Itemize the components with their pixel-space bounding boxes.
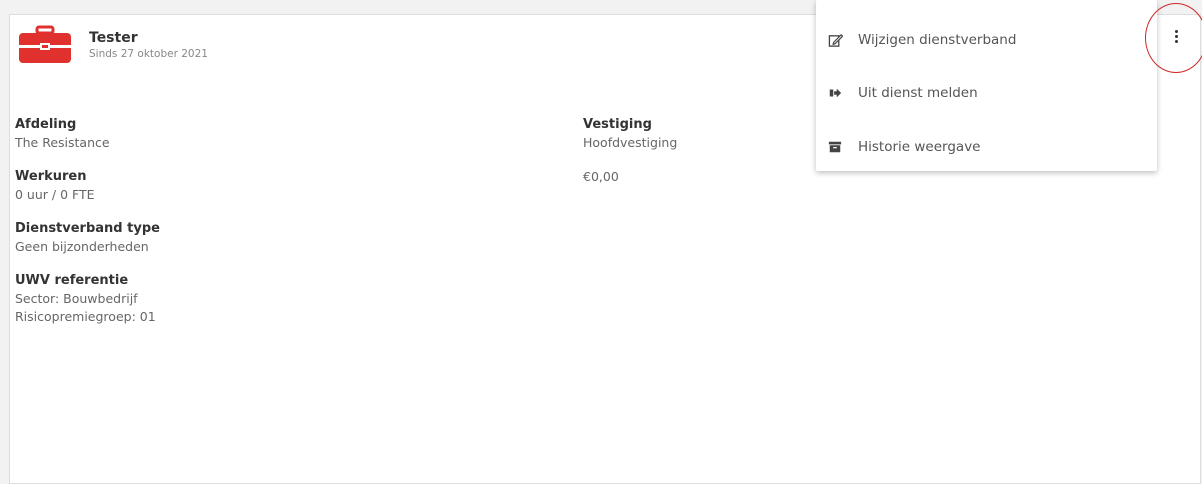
field-value-2: Risicopremiegroep: 01 xyxy=(15,309,156,324)
field-value: 0 uur / 0 FTE xyxy=(15,187,95,202)
field-value: Geen bijzonderheden xyxy=(15,239,149,254)
field-werkuren: Werkuren 0 uur / 0 FTE xyxy=(15,168,160,204)
employee-since: Sinds 27 oktober 2021 xyxy=(89,48,208,60)
kebab-dot xyxy=(1174,29,1178,33)
edit-icon xyxy=(827,32,843,48)
field-label: Werkuren xyxy=(15,169,87,184)
menu-item-label: Historie weergave xyxy=(858,139,981,155)
right-column: Vestiging Hoofdvestiging €0,00 xyxy=(583,116,677,202)
menu-item-wijzigen-dienstverband[interactable]: Wijzigen dienstverband xyxy=(816,25,1157,55)
sign-out-icon xyxy=(827,85,843,101)
archive-icon xyxy=(827,139,843,155)
kebab-dot xyxy=(1174,34,1178,38)
salary-value: €0,00 xyxy=(583,169,619,184)
menu-item-label: Wijzigen dienstverband xyxy=(858,32,1017,48)
field-label: UWV referentie xyxy=(15,273,129,288)
field-label: Dienstverband type xyxy=(15,221,160,236)
kebab-dot xyxy=(1174,39,1178,43)
field-label: Afdeling xyxy=(15,117,77,132)
field-value: Hoofdvestiging xyxy=(583,135,678,150)
field-vestiging: Vestiging Hoofdvestiging xyxy=(583,116,677,152)
field-uwv-referentie: UWV referentie Sector: Bouwbedrijf Risic… xyxy=(15,272,160,326)
menu-item-historie-weergave[interactable]: Historie weergave xyxy=(816,132,1157,162)
employee-name: Tester xyxy=(89,30,138,46)
menu-item-uit-dienst-melden[interactable]: Uit dienst melden xyxy=(816,78,1157,108)
field-dienstverband-type: Dienstverband type Geen bijzonderheden xyxy=(15,220,160,256)
field-afdeling: Afdeling The Resistance xyxy=(15,116,160,152)
field-label: Vestiging xyxy=(583,117,652,132)
field-value: Sector: Bouwbedrijf xyxy=(15,291,138,306)
more-options-button[interactable] xyxy=(1169,25,1183,47)
employee-header: Tester Sinds 27 oktober 2021 xyxy=(17,25,208,65)
actions-dropdown-menu: Wijzigen dienstverband Uit dienst melden… xyxy=(816,0,1157,171)
menu-item-label: Uit dienst melden xyxy=(858,85,978,101)
field-salary: €0,00 xyxy=(583,168,677,186)
field-value: The Resistance xyxy=(15,135,110,150)
left-column: Afdeling The Resistance Werkuren 0 uur /… xyxy=(15,116,160,342)
toolbox-icon xyxy=(19,25,71,63)
